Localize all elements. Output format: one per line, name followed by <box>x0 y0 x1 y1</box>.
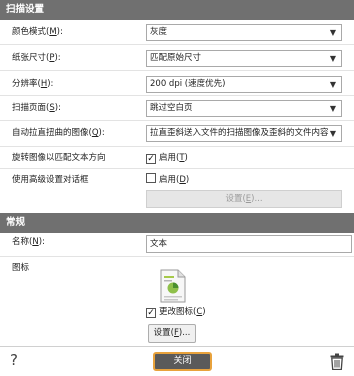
close-button[interactable]: 关闭 <box>153 352 212 371</box>
advanced-row: 使用高级设置对话框 启用(D) 设置(E)... <box>0 169 354 211</box>
name-input[interactable]: 文本 <box>146 235 352 253</box>
name-row: 名称(N): 文本 <box>0 233 354 257</box>
color-mode-select[interactable]: 灰度 ▼ <box>146 24 342 41</box>
paper-size-select[interactable]: 匹配原始尺寸 ▼ <box>146 50 342 67</box>
auto-straighten-select[interactable]: 拉直歪斜送入文件的扫描图像及歪斜的文件内容 ▼ <box>146 125 342 142</box>
change-icon-checkbox[interactable]: ✓ 更改图标(C) <box>146 305 206 319</box>
icon-settings-button[interactable]: 设置(F)... <box>148 324 196 343</box>
icon-row: 图标 ✓ 更改图标(C) 设置(F)... <box>0 257 354 346</box>
chevron-down-icon: ▼ <box>329 104 337 113</box>
name-label: 名称(N): <box>12 237 45 247</box>
icon-label: 图标 <box>12 263 30 273</box>
scan-pages-label: 扫描页面(S): <box>12 103 61 113</box>
chevron-down-icon: ▼ <box>329 80 337 89</box>
chevron-down-icon: ▼ <box>329 129 337 138</box>
rotate-enable-checkbox[interactable]: ✓ 启用(T) <box>146 147 188 169</box>
resolution-select[interactable]: 200 dpi (速度优先) ▼ <box>146 76 342 93</box>
scan-pages-row: 扫描页面(S): 跳过空白页 ▼ <box>0 96 354 121</box>
auto-straighten-label: 自动拉直扭曲的图像(Q): <box>12 128 105 138</box>
help-icon[interactable]: ? <box>10 351 18 369</box>
color-mode-label: 颜色模式(M): <box>12 27 63 37</box>
chevron-down-icon: ▼ <box>329 54 337 63</box>
advanced-enable-checkbox[interactable]: 启用(D) <box>146 169 189 191</box>
chevron-down-icon: ▼ <box>329 28 337 37</box>
advanced-settings-button: 设置(E)... <box>146 190 342 208</box>
trash-icon[interactable] <box>330 353 344 370</box>
color-mode-row: 颜色模式(M): 灰度 ▼ <box>0 20 354 45</box>
rotate-label: 旋转图像以匹配文本方向 <box>12 153 106 163</box>
general-header: 常规 <box>0 213 354 233</box>
rotate-row: 旋转图像以匹配文本方向 ✓ 启用(T) <box>0 147 354 169</box>
footer-bar: ? 关闭 <box>0 346 354 376</box>
auto-straighten-row: 自动拉直扭曲的图像(Q): 拉直歪斜送入文件的扫描图像及歪斜的文件内容 ▼ <box>0 121 354 147</box>
advanced-label: 使用高级设置对话框 <box>12 175 89 185</box>
checkmark-icon: ✓ <box>146 308 156 318</box>
scan-settings-header: 扫描设置 <box>0 0 354 20</box>
scan-pages-select[interactable]: 跳过空白页 ▼ <box>146 100 342 117</box>
checkmark-icon: ✓ <box>146 154 156 164</box>
resolution-row: 分辨率(H): 200 dpi (速度优先) ▼ <box>0 71 354 96</box>
paper-size-row: 纸张尺寸(P): 匹配原始尺寸 ▼ <box>0 45 354 71</box>
paper-size-label: 纸张尺寸(P): <box>12 53 61 63</box>
resolution-label: 分辨率(H): <box>12 79 54 89</box>
document-chart-icon <box>160 269 186 303</box>
checkbox-empty <box>146 173 156 183</box>
